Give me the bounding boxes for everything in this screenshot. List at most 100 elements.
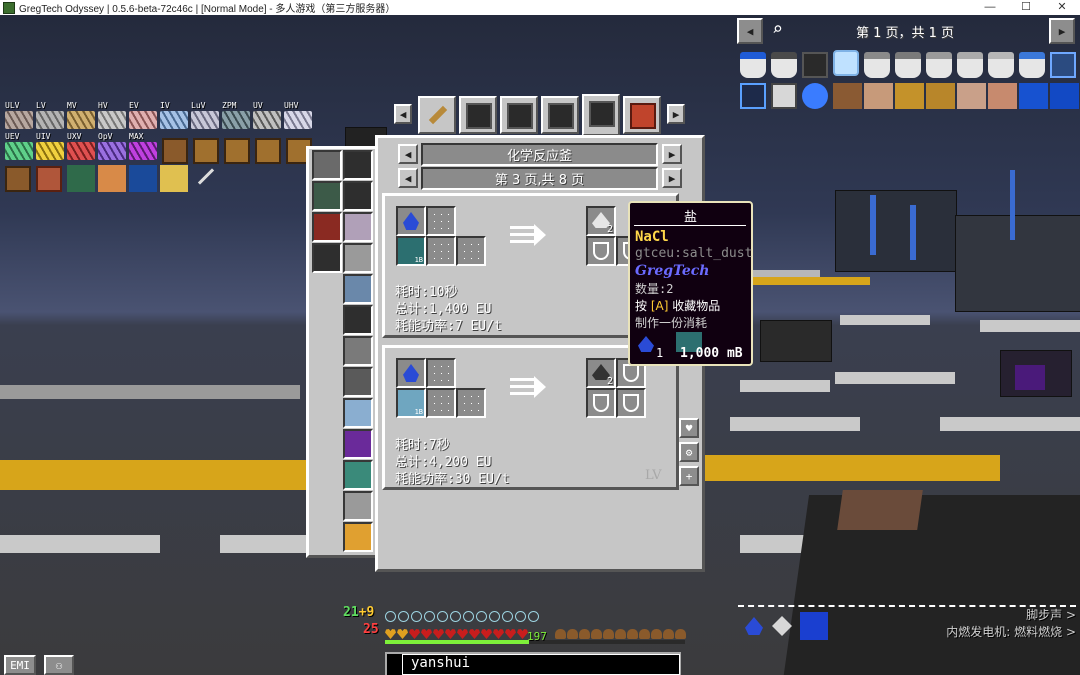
sand-block-icon[interactable] [926,83,955,109]
workstation-slot[interactable] [312,243,342,273]
tab-next-button[interactable]: ▶ [667,104,685,124]
category-next-button[interactable]: ▶ [662,144,682,164]
favorite-button[interactable]: ♥ [679,418,699,438]
input-slot[interactable] [396,358,426,388]
tab-chemical-reactor[interactable] [582,94,620,136]
bucket-icon[interactable] [1019,52,1045,78]
opv-cable-icon[interactable] [98,142,126,160]
bucket-icon[interactable] [895,52,921,78]
workstation-slot[interactable] [343,429,373,459]
output-slot[interactable] [616,388,646,418]
tab-machine-1[interactable] [459,96,497,134]
uiv-cable-icon[interactable] [36,142,64,160]
machine-block-icon[interactable] [802,52,828,78]
bucket-icon[interactable] [771,52,797,78]
workstation-slot[interactable] [343,491,373,521]
bucket-icon[interactable] [864,52,890,78]
orange-block-icon[interactable] [98,165,126,192]
zpm-cable-icon[interactable] [222,111,250,129]
dirt-block-icon[interactable] [833,83,862,109]
workstation-slot[interactable] [343,181,373,211]
chat-input[interactable]: yanshui [402,654,680,675]
input-slot[interactable] [426,206,456,236]
workstation-slot[interactable] [343,398,373,428]
page-prev-button[interactable]: ◀ [398,168,418,188]
workstation-slot[interactable] [343,305,373,335]
tree-button[interactable]: ⚙ [679,442,699,462]
bucket-icon[interactable] [957,52,983,78]
workstation-slot[interactable] [343,274,373,304]
crate-icon[interactable] [193,138,219,164]
bucket-icon[interactable] [740,52,766,78]
glass-pane-icon[interactable] [833,50,859,76]
ore-block-icon[interactable] [1050,52,1076,78]
workstation-slot[interactable] [343,243,373,273]
page-next-button[interactable]: ▶ [662,168,682,188]
magnifier-icon[interactable]: ⌕ [772,20,792,40]
output-slot[interactable] [586,388,616,418]
workstation-slot[interactable] [312,212,342,242]
emi-prev-page-button[interactable]: ◀ [737,18,763,44]
crate-icon[interactable] [255,138,281,164]
water-block-icon[interactable] [1050,83,1079,109]
clay-block-icon[interactable] [864,83,893,109]
ev-cable-icon[interactable] [129,111,157,129]
input-slot[interactable] [396,206,426,236]
uxv-cable-icon[interactable] [67,142,95,160]
bucket-icon[interactable] [988,52,1014,78]
fluid-slot[interactable]: 1B [396,388,426,418]
tab-machine-red[interactable] [623,96,661,134]
output-slot[interactable] [586,236,616,266]
input-slot[interactable] [456,236,486,266]
blue-block-icon[interactable] [129,165,157,192]
uhv-cable-icon[interactable] [284,111,312,129]
lv-cable-icon[interactable] [36,111,64,129]
emi-next-page-button[interactable]: ▶ [1049,18,1075,44]
output-slot[interactable]: 2 [586,206,616,236]
water-block-icon[interactable] [1019,83,1048,109]
brick-block-icon[interactable] [36,166,62,192]
max-cable-icon[interactable] [129,142,157,160]
output-slot[interactable]: 2 [586,358,616,388]
enchanted-item-icon[interactable] [802,83,828,109]
emi-config-button[interactable]: EMI [4,655,36,675]
bucket-icon[interactable] [926,52,952,78]
crate-icon[interactable] [162,138,188,164]
workstation-slot[interactable] [343,336,373,366]
green-block-icon[interactable] [67,165,95,192]
hv-cable-icon[interactable] [98,111,126,129]
workstation-slot[interactable] [312,150,342,180]
input-slot[interactable] [426,388,456,418]
input-slot[interactable] [426,358,456,388]
tab-machine-3[interactable] [541,96,579,134]
category-prev-button[interactable]: ◀ [398,144,418,164]
crate-icon[interactable] [224,138,250,164]
iv-cable-icon[interactable] [160,111,188,129]
ulv-cable-icon[interactable] [5,111,33,129]
crystal-block-icon[interactable] [740,83,766,109]
chest-icon[interactable] [5,166,31,192]
fluid-slot[interactable]: 1B [396,236,426,266]
tab-prev-button[interactable]: ◀ [394,104,412,124]
tab-wrench[interactable] [418,96,456,134]
uev-cable-icon[interactable] [5,142,33,160]
workstation-slot[interactable] [343,460,373,490]
yellow-block-icon[interactable] [160,165,188,192]
mv-cable-icon[interactable] [67,111,95,129]
maximize-button[interactable]: ☐ [1008,0,1044,15]
luv-cable-icon[interactable] [191,111,219,129]
workstation-slot[interactable] [343,522,373,552]
terracotta-block-icon[interactable] [988,83,1017,109]
workstation-slot[interactable] [343,212,373,242]
minimize-button[interactable]: — [972,0,1008,15]
input-slot[interactable] [426,236,456,266]
granite-block-icon[interactable] [957,83,986,109]
workstation-slot[interactable] [343,367,373,397]
tab-machine-2[interactable] [500,96,538,134]
emi-tree-button[interactable]: ⚇ [44,655,74,675]
input-slot[interactable] [456,388,486,418]
workstation-slot[interactable] [343,150,373,180]
add-button[interactable]: + [679,466,699,486]
sand-block-icon[interactable] [895,83,924,109]
stone-block-icon[interactable] [771,83,797,109]
